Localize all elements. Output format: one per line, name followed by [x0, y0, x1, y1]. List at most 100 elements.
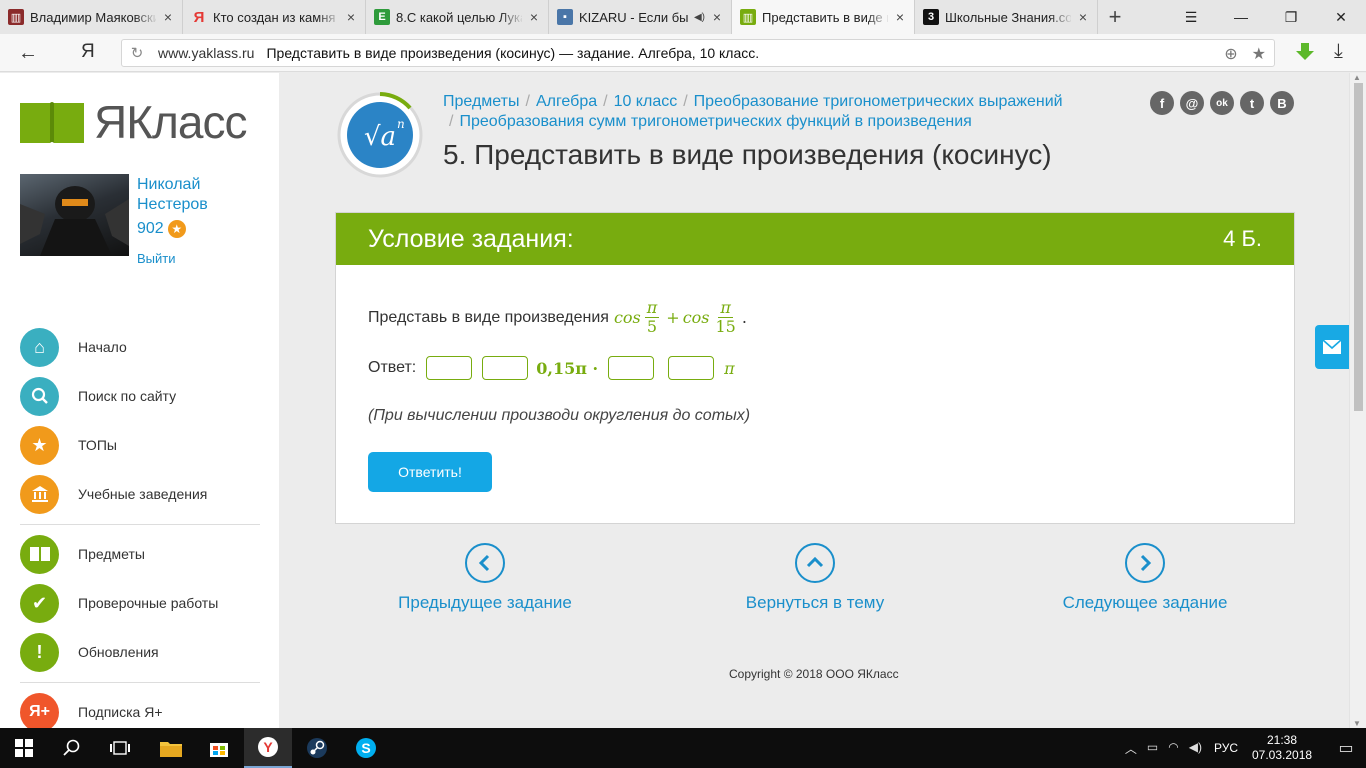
close-icon[interactable]: × — [892, 9, 908, 25]
task-prompt: Представь в виде произведения — [368, 308, 609, 326]
globe-icon[interactable]: ⊕ — [1224, 44, 1237, 64]
book-icon — [20, 534, 59, 574]
windows-start-icon[interactable] — [0, 728, 48, 768]
scroll-up-icon[interactable]: ▲ — [1353, 73, 1361, 82]
yaklass-icon: ▥ — [740, 9, 756, 25]
user-name[interactable]: Николай Нестеров — [137, 175, 257, 215]
sidebar-item-updates[interactable]: ! Обновления — [20, 632, 260, 672]
wifi-icon[interactable]: ◠ — [1168, 740, 1178, 757]
browser-tab[interactable]: ▪ KIZARU - Если бы ◀) × — [549, 0, 732, 34]
close-icon[interactable]: × — [709, 9, 725, 25]
minimize-icon[interactable]: — — [1216, 0, 1266, 34]
site-logo[interactable]: ЯКласс — [20, 95, 247, 149]
logout-link[interactable]: Выйти — [137, 251, 176, 266]
file-explorer-icon[interactable] — [147, 728, 195, 768]
page-viewport: ЯКласс Николай Нестеров 902 ★ Выйти ⌂ На… — [0, 73, 1366, 728]
url-domain: www.yaklass.ru — [158, 45, 255, 61]
prev-task-label[interactable]: Предыдущее задание — [398, 593, 572, 613]
fraction: π 5 — [644, 298, 660, 336]
notifications-icon[interactable]: ▭ — [1326, 738, 1366, 758]
skype-icon[interactable]: S — [342, 728, 390, 768]
browser-tab[interactable]: Я Кто создан из камня — Я × — [183, 0, 366, 34]
browser-tab[interactable]: E 8.С какой целью Лука ра × — [366, 0, 549, 34]
sidebar-item-label: Предметы — [78, 546, 145, 562]
chevron-up-icon[interactable]: ︿ — [1125, 740, 1137, 757]
fraction: π 15 — [714, 299, 738, 336]
breadcrumb-link[interactable]: Алгебра — [536, 93, 597, 110]
answer-input-2[interactable] — [482, 356, 529, 380]
reload-icon[interactable]: ↻ — [122, 44, 152, 62]
close-icon[interactable]: × — [343, 9, 359, 25]
scrollbar-thumb[interactable] — [1354, 83, 1363, 411]
task-card: Условие задания: 4 Б. Представь в виде п… — [335, 212, 1295, 524]
bookmark-star-icon[interactable]: ★ — [1252, 44, 1266, 64]
odnoklassniki-icon[interactable]: ok — [1210, 91, 1234, 115]
submit-answer-button[interactable]: Ответить! — [368, 452, 492, 492]
vk-icon[interactable]: B — [1270, 91, 1294, 115]
next-task-label[interactable]: Следующее задание — [1063, 593, 1228, 613]
menu-icon[interactable]: ☰ — [1166, 0, 1216, 34]
search-icon[interactable] — [48, 728, 96, 768]
sidebar-item-search[interactable]: Поиск по сайту — [20, 376, 260, 416]
sidebar-item-tops[interactable]: ★ ТОПы — [20, 425, 260, 465]
yandex-button[interactable]: Я — [81, 41, 95, 63]
answer-input-4[interactable] — [668, 356, 715, 380]
breadcrumb-link[interactable]: Предметы — [443, 93, 519, 110]
answer-input-3[interactable] — [608, 356, 655, 380]
close-icon[interactable]: × — [1075, 9, 1091, 25]
twitter-icon[interactable]: t — [1240, 91, 1264, 115]
yandex-browser-icon[interactable]: Y — [244, 728, 292, 768]
yaplus-icon: Я+ — [20, 692, 59, 728]
volume-icon[interactable]: ◀) — [1189, 740, 1202, 757]
download-manager-icon[interactable] — [1294, 41, 1316, 63]
mail-ru-icon[interactable]: @ — [1180, 91, 1204, 115]
chevron-right-icon[interactable] — [1125, 543, 1165, 583]
restore-icon[interactable]: ❐ — [1266, 0, 1316, 34]
language-indicator[interactable]: РУС — [1214, 741, 1238, 755]
back-to-topic-label[interactable]: Вернуться в тему — [746, 593, 884, 613]
scroll-down-icon[interactable]: ▼ — [1353, 719, 1361, 728]
steam-icon[interactable] — [293, 728, 341, 768]
breadcrumb-link[interactable]: Преобразования сумм тригонометрических ф… — [459, 113, 971, 130]
close-icon[interactable]: × — [160, 9, 176, 25]
browser-tab[interactable]: 3 Школьные Знания.com - × — [915, 0, 1098, 34]
envelope-icon — [1323, 340, 1341, 354]
clock-date: 07.03.2018 — [1252, 748, 1313, 762]
sidebar-item-home[interactable]: ⌂ Начало — [20, 327, 260, 367]
fraction-numerator: π — [644, 298, 660, 318]
answer-label: Ответ: — [368, 359, 417, 376]
chevron-left-icon[interactable] — [465, 543, 505, 583]
sidebar-item-label: Проверочные работы — [78, 595, 219, 611]
avatar[interactable] — [20, 174, 129, 256]
task-view-icon[interactable] — [96, 728, 144, 768]
sidebar-item-subjects[interactable]: Предметы — [20, 534, 260, 574]
breadcrumb-link[interactable]: Преобразование тригонометрических выраже… — [694, 93, 1063, 110]
store-icon[interactable] — [195, 728, 243, 768]
browser-tab[interactable]: ▥ Владимир Маяковский « × — [0, 0, 183, 34]
feedback-mail-button[interactable] — [1315, 325, 1349, 369]
chevron-up-icon[interactable] — [795, 543, 835, 583]
svg-text:Y: Y — [263, 739, 273, 755]
close-window-icon[interactable]: ✕ — [1316, 0, 1366, 34]
back-arrow-icon[interactable]: ← — [18, 42, 38, 65]
speaker-icon[interactable]: ◀) — [694, 12, 705, 23]
sidebar-item-schools[interactable]: Учебные заведения — [20, 474, 260, 514]
browser-tabbar: ▥ Владимир Маяковский « × Я Кто создан и… — [0, 0, 1366, 34]
browser-tab-active[interactable]: ▥ Представить в виде пр × — [732, 0, 915, 34]
url-field[interactable]: ↻ www.yaklass.ru Представить в виде прои… — [121, 39, 1275, 67]
new-tab-button[interactable]: + — [1098, 0, 1132, 34]
clock[interactable]: 21:38 07.03.2018 — [1252, 733, 1312, 763]
battery-icon[interactable]: ▭ — [1147, 740, 1158, 757]
back-to-topic-link[interactable]: Вернуться в тему — [715, 543, 915, 613]
download-icon[interactable]: ⤓ — [1334, 40, 1343, 63]
sidebar-item-tests[interactable]: ✔ Проверочные работы — [20, 583, 260, 623]
page-scrollbar[interactable]: ▲ ▼ — [1349, 73, 1366, 728]
answer-input-1[interactable] — [426, 356, 473, 380]
prev-task-link[interactable]: Предыдущее задание — [385, 543, 585, 613]
breadcrumb-link[interactable]: 10 класс — [614, 93, 678, 110]
sidebar-item-subscription[interactable]: Я+ Подписка Я+ — [20, 692, 260, 728]
next-task-link[interactable]: Следующее задание — [1045, 543, 1245, 613]
answer-coefficient: 0,15π · — [536, 358, 599, 378]
facebook-icon[interactable]: f — [1150, 91, 1174, 115]
close-icon[interactable]: × — [526, 9, 542, 25]
